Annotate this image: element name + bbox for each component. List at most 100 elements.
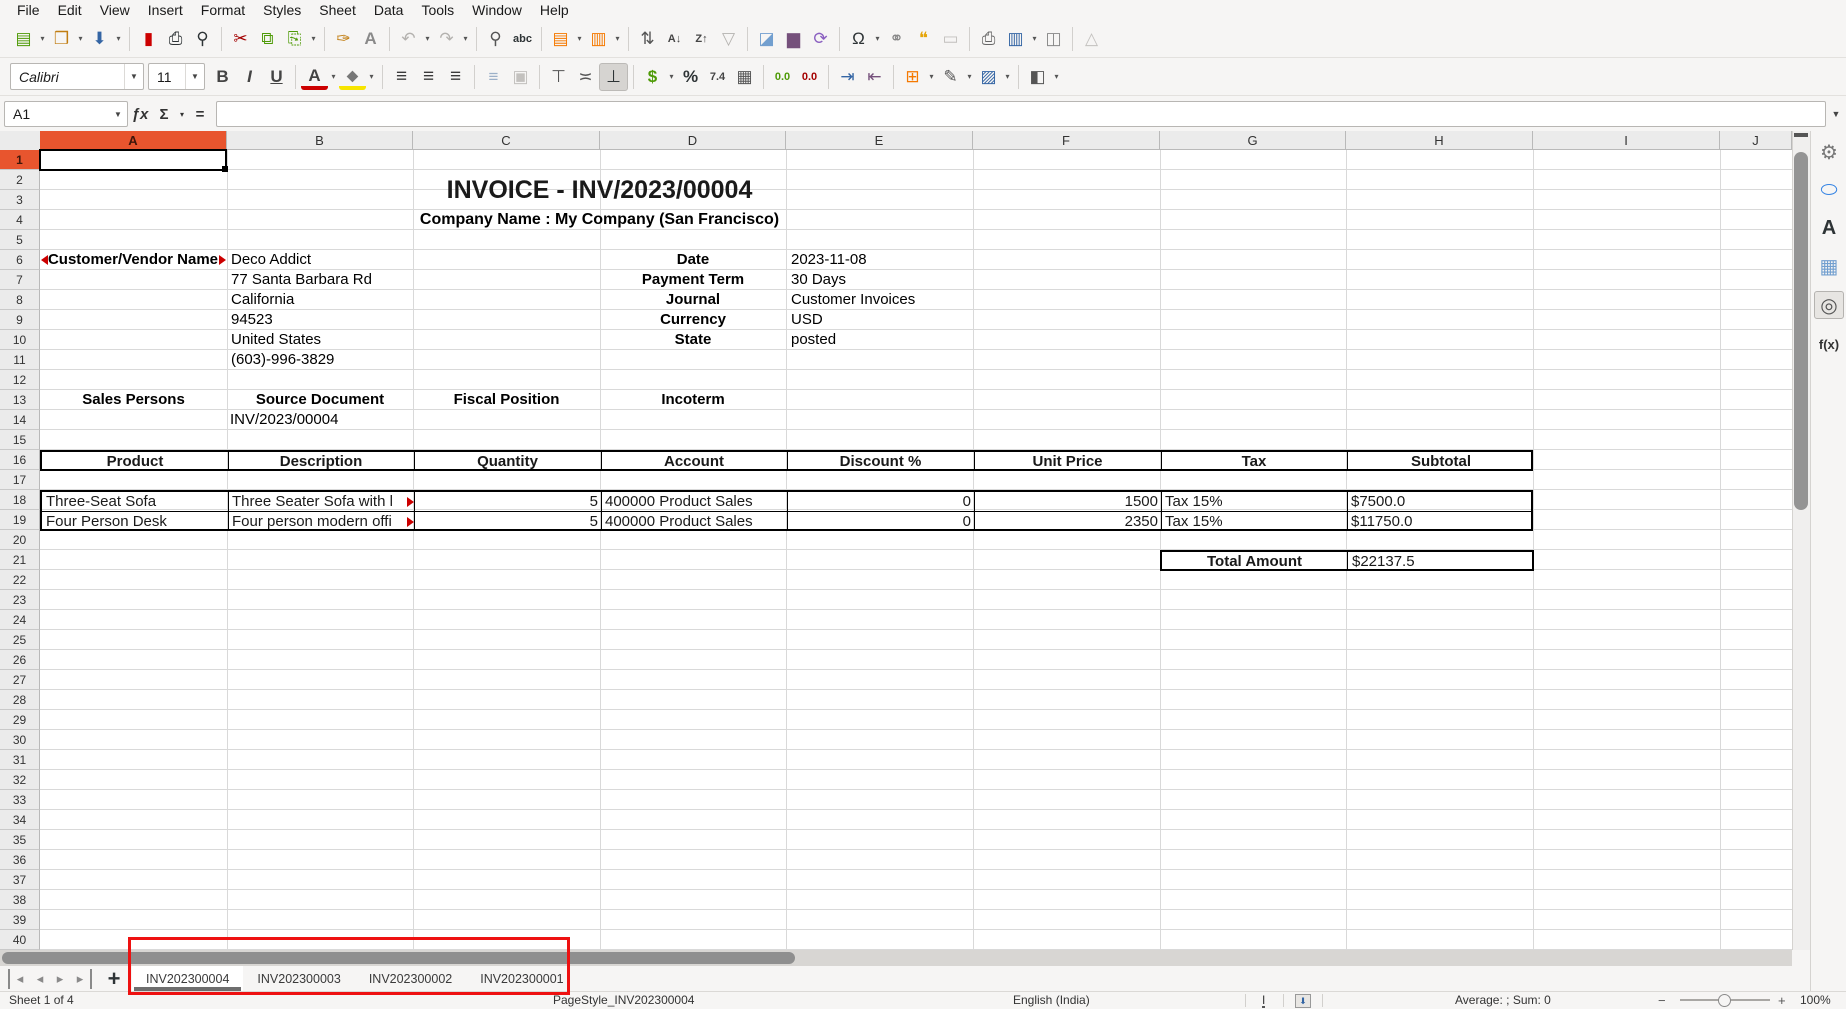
insert-mode-icon[interactable]: I bbox=[1262, 994, 1265, 1008]
gallery-icon[interactable]: ▦ bbox=[1815, 253, 1843, 279]
border-color-icon[interactable]: ▨ bbox=[975, 64, 1002, 90]
autosum-dropdown-icon[interactable]: ▾ bbox=[176, 102, 188, 126]
customer-name-cell[interactable]: Deco Addict bbox=[231, 250, 311, 270]
line2-tax-cell[interactable]: Tax 15% bbox=[1165, 512, 1223, 532]
row-header[interactable]: 38 bbox=[0, 890, 40, 910]
draw-functions-icon[interactable]: △ bbox=[1078, 26, 1105, 52]
currency-label-cell[interactable]: Currency bbox=[600, 310, 786, 330]
add-decimal-icon[interactable]: 0.0 bbox=[769, 64, 796, 90]
clear-formatting-icon[interactable]: A bbox=[357, 26, 384, 52]
comment-icon[interactable]: ❝ bbox=[910, 26, 937, 52]
sort-icon[interactable]: ⇅ bbox=[634, 26, 661, 52]
quantity-header-cell[interactable]: Quantity bbox=[414, 452, 601, 472]
row-header[interactable]: 30 bbox=[0, 730, 40, 750]
page-style[interactable]: PageStyle_INV202300004 bbox=[553, 993, 694, 1008]
column-header[interactable]: C bbox=[413, 131, 600, 150]
customer-street-cell[interactable]: 77 Santa Barbara Rd bbox=[231, 270, 372, 290]
zoom-slider-thumb[interactable] bbox=[1718, 994, 1731, 1007]
line2-unit-price-cell[interactable]: 2350 bbox=[974, 512, 1158, 532]
row-header[interactable]: 4 bbox=[0, 210, 40, 230]
menu-item[interactable]: Data bbox=[365, 0, 413, 20]
add-sheet-icon[interactable]: + bbox=[104, 969, 124, 989]
row-header[interactable]: 16 bbox=[0, 450, 40, 470]
redo-icon[interactable]: ↷ bbox=[433, 26, 460, 52]
row-header[interactable]: 33 bbox=[0, 790, 40, 810]
currency-format-icon[interactable]: $ bbox=[639, 64, 666, 90]
font-name-dropdown-icon[interactable]: ▼ bbox=[124, 64, 143, 89]
row-header[interactable]: 23 bbox=[0, 590, 40, 610]
row-header[interactable]: 1 bbox=[0, 150, 40, 170]
column-header[interactable]: A bbox=[40, 131, 227, 150]
styles-icon[interactable]: A bbox=[1815, 215, 1843, 241]
journal-label-cell[interactable]: Journal bbox=[600, 290, 786, 310]
currency-format-dropdown[interactable]: ▾ bbox=[666, 64, 677, 90]
row-header[interactable]: 34 bbox=[0, 810, 40, 830]
invoice-title-cell[interactable]: INVOICE - INV/2023/00004 bbox=[226, 171, 973, 209]
row-header[interactable]: 24 bbox=[0, 610, 40, 630]
previous-sheet-icon[interactable]: ◂ bbox=[30, 969, 50, 989]
column-header[interactable]: G bbox=[1160, 131, 1346, 150]
border-style-dropdown[interactable]: ▾ bbox=[964, 64, 975, 90]
autosum-icon[interactable]: Σ bbox=[152, 102, 176, 126]
payment-term-value-cell[interactable]: 30 Days bbox=[791, 270, 846, 290]
line1-account-cell[interactable]: 400000 Product Sales bbox=[605, 492, 753, 512]
menu-item[interactable]: Window bbox=[463, 0, 531, 20]
row-header[interactable]: 12 bbox=[0, 370, 40, 390]
insert-image-icon[interactable]: ◪ bbox=[753, 26, 780, 52]
line1-quantity-cell[interactable]: 5 bbox=[414, 492, 598, 512]
menu-item[interactable]: Help bbox=[531, 0, 578, 20]
currency-value-cell[interactable]: USD bbox=[791, 310, 823, 330]
font-color-icon[interactable]: A bbox=[301, 66, 328, 90]
align-bottom-icon[interactable]: ⊥ bbox=[599, 63, 628, 91]
insert-row-dropdown[interactable]: ▾ bbox=[574, 26, 585, 52]
formula-equals-icon[interactable]: = bbox=[188, 102, 212, 126]
date-label-cell[interactable]: Date bbox=[600, 250, 786, 270]
vertical-scrollbar-thumb[interactable] bbox=[1794, 152, 1808, 510]
state-value-cell[interactable]: posted bbox=[791, 330, 836, 350]
customer-label-cell[interactable]: Customer/Vendor Name bbox=[41, 250, 225, 270]
row-header[interactable]: 2 bbox=[0, 170, 40, 190]
payment-term-label-cell[interactable]: Payment Term bbox=[600, 270, 786, 290]
menu-item[interactable]: View bbox=[91, 0, 139, 20]
total-amount-label-cell[interactable]: Total Amount bbox=[1162, 552, 1347, 572]
select-all-corner[interactable] bbox=[0, 131, 41, 151]
name-box-dropdown-icon[interactable]: ▼ bbox=[109, 110, 127, 119]
product-header-cell[interactable]: Product bbox=[42, 452, 228, 472]
expand-formula-bar-icon[interactable]: ▼ bbox=[1826, 109, 1846, 119]
line1-description-cell[interactable]: Three Seater Sofa with l bbox=[232, 492, 404, 512]
font-size-combo[interactable]: 11 ▼ bbox=[148, 63, 205, 90]
print-preview-icon[interactable]: ⚲ bbox=[189, 26, 216, 52]
row-header[interactable]: 5 bbox=[0, 230, 40, 250]
customer-state-cell[interactable]: California bbox=[231, 290, 294, 310]
line2-account-cell[interactable]: 400000 Product Sales bbox=[605, 512, 753, 532]
bold-icon[interactable]: B bbox=[209, 64, 236, 90]
export-pdf-icon[interactable]: ▮ bbox=[135, 26, 162, 52]
menu-item[interactable]: File bbox=[8, 0, 49, 20]
row-header[interactable]: 21 bbox=[0, 550, 40, 570]
column-header[interactable]: I bbox=[1533, 131, 1720, 150]
freeze-panes-dropdown[interactable]: ▾ bbox=[1029, 26, 1040, 52]
row-header[interactable]: 36 bbox=[0, 850, 40, 870]
pivot-table-icon[interactable]: ⟳ bbox=[807, 26, 834, 52]
insert-column-dropdown[interactable]: ▾ bbox=[612, 26, 623, 52]
customer-phone-cell[interactable]: (603)-996-3829 bbox=[231, 350, 334, 370]
highlight-color-icon[interactable]: ⬥ bbox=[339, 66, 366, 90]
sort-ascending-icon[interactable]: A↓ bbox=[661, 26, 688, 52]
insert-row-icon[interactable]: ▤ bbox=[547, 26, 574, 52]
font-name-combo[interactable]: Calibri ▼ bbox=[10, 63, 144, 90]
function-wizard-icon[interactable]: ƒx bbox=[128, 102, 152, 126]
line1-tax-cell[interactable]: Tax 15% bbox=[1165, 492, 1223, 512]
formula-input[interactable] bbox=[216, 101, 1826, 127]
row-header[interactable]: 28 bbox=[0, 690, 40, 710]
row-header[interactable]: 37 bbox=[0, 870, 40, 890]
properties-icon[interactable]: ⬭ bbox=[1815, 177, 1843, 203]
border-style-icon[interactable]: ✎ bbox=[937, 64, 964, 90]
align-left-icon[interactable]: ≡ bbox=[388, 64, 415, 90]
undo-icon[interactable]: ↶ bbox=[395, 26, 422, 52]
open-icon[interactable]: ❒ bbox=[48, 26, 75, 52]
paste-icon[interactable]: ⎘ bbox=[281, 26, 308, 52]
row-header[interactable]: 40 bbox=[0, 930, 40, 950]
align-right-icon[interactable]: ≡ bbox=[442, 64, 469, 90]
row-header[interactable]: 15 bbox=[0, 430, 40, 450]
line2-quantity-cell[interactable]: 5 bbox=[414, 512, 598, 532]
